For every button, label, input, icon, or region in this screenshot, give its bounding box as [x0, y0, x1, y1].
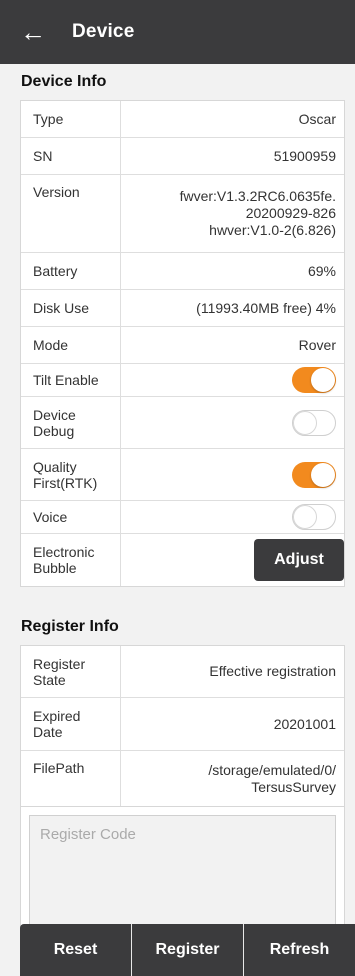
row-device-debug: Device Debug [21, 397, 344, 449]
disk-use-value: (11993.40MB free) 4% [196, 299, 336, 316]
version-label: Version [21, 175, 121, 252]
row-disk-use: Disk Use (11993.40MB free) 4% [21, 290, 344, 327]
device-debug-toggle[interactable] [292, 409, 336, 436]
row-tilt-enable: Tilt Enable [21, 364, 344, 397]
toggle-knob [293, 505, 317, 529]
row-battery: Battery 69% [21, 253, 344, 290]
electronic-bubble-cell: Adjust [121, 534, 344, 586]
mode-value: Rover [298, 336, 336, 353]
voice-cell [121, 501, 344, 533]
tilt-enable-toggle[interactable] [292, 367, 336, 393]
filepath-value: /storage/emulated/0/ TersusSurvey [121, 751, 344, 806]
row-filepath: FilePath /storage/emulated/0/ TersusSurv… [21, 751, 344, 806]
battery-value: 69% [307, 262, 336, 279]
app-header: ← Device [0, 0, 355, 64]
row-mode: Mode Rover [21, 327, 344, 364]
filepath-line-2: TersusSurvey [251, 778, 336, 795]
register-info-title: Register Info [21, 618, 119, 635]
device-debug-label: Device Debug [21, 397, 121, 448]
row-version: Version fwver:V1.3.2RC6.0635fe. 20200929… [21, 175, 344, 253]
back-arrow-icon[interactable]: ← [20, 19, 46, 45]
row-quality-first: Quality First(RTK) [21, 449, 344, 501]
register-info-table: Register State Effective registration Ex… [20, 645, 345, 807]
register-code-container [20, 807, 345, 939]
expired-date-label: Expired Date [21, 698, 121, 750]
tilt-enable-cell [121, 364, 344, 396]
voice-label: Voice [21, 501, 121, 533]
quality-first-cell [121, 449, 344, 500]
row-voice: Voice [21, 501, 344, 534]
version-line-2: 20200929-826 [245, 205, 336, 221]
toggle-knob [293, 410, 317, 435]
quality-first-label: Quality First(RTK) [21, 449, 121, 500]
adjust-button[interactable]: Adjust [254, 539, 344, 581]
type-value: Oscar [298, 110, 336, 127]
row-expired-date: Expired Date 20201001 [21, 698, 344, 751]
sn-label: SN [21, 138, 121, 174]
row-type: Type Oscar [21, 101, 344, 138]
version-line-1: fwver:V1.3.2RC6.0635fe. [179, 188, 336, 204]
register-state-label: Register State [21, 646, 121, 697]
bottom-action-bar: Reset Register Refresh [20, 924, 355, 976]
device-info-table: Type Oscar SN 51900959 Version fwver:V1.… [20, 100, 345, 587]
reset-button[interactable]: Reset [20, 924, 132, 976]
register-code-input[interactable] [29, 815, 336, 925]
electronic-bubble-label: Electronic Bubble [21, 534, 121, 586]
register-button[interactable]: Register [132, 924, 244, 976]
row-sn: SN 51900959 [21, 138, 344, 175]
device-info-title: Device Info [21, 73, 107, 90]
device-debug-cell [121, 397, 344, 448]
refresh-button[interactable]: Refresh [244, 924, 355, 976]
mode-label: Mode [21, 327, 121, 363]
toggle-knob [311, 368, 335, 392]
filepath-line-1: /storage/emulated/0/ [208, 761, 336, 778]
version-value: fwver:V1.3.2RC6.0635fe. 20200929-826 hwv… [121, 175, 344, 252]
voice-toggle[interactable] [292, 504, 336, 530]
type-label: Type [21, 101, 121, 137]
row-electronic-bubble: Electronic Bubble Adjust [21, 534, 344, 586]
quality-first-toggle[interactable] [292, 461, 336, 488]
page-title: Device [72, 21, 135, 42]
expired-date-value: 20201001 [273, 715, 336, 732]
sn-value: 51900959 [273, 147, 336, 164]
tilt-enable-label: Tilt Enable [21, 364, 121, 396]
toggle-knob [311, 462, 335, 487]
register-state-value: Effective registration [209, 663, 336, 679]
version-line-3: hwver:V1.0-2(6.826) [209, 222, 336, 238]
filepath-label: FilePath [21, 751, 121, 806]
disk-use-label: Disk Use [21, 290, 121, 326]
battery-label: Battery [21, 253, 121, 289]
row-register-state: Register State Effective registration [21, 646, 344, 698]
